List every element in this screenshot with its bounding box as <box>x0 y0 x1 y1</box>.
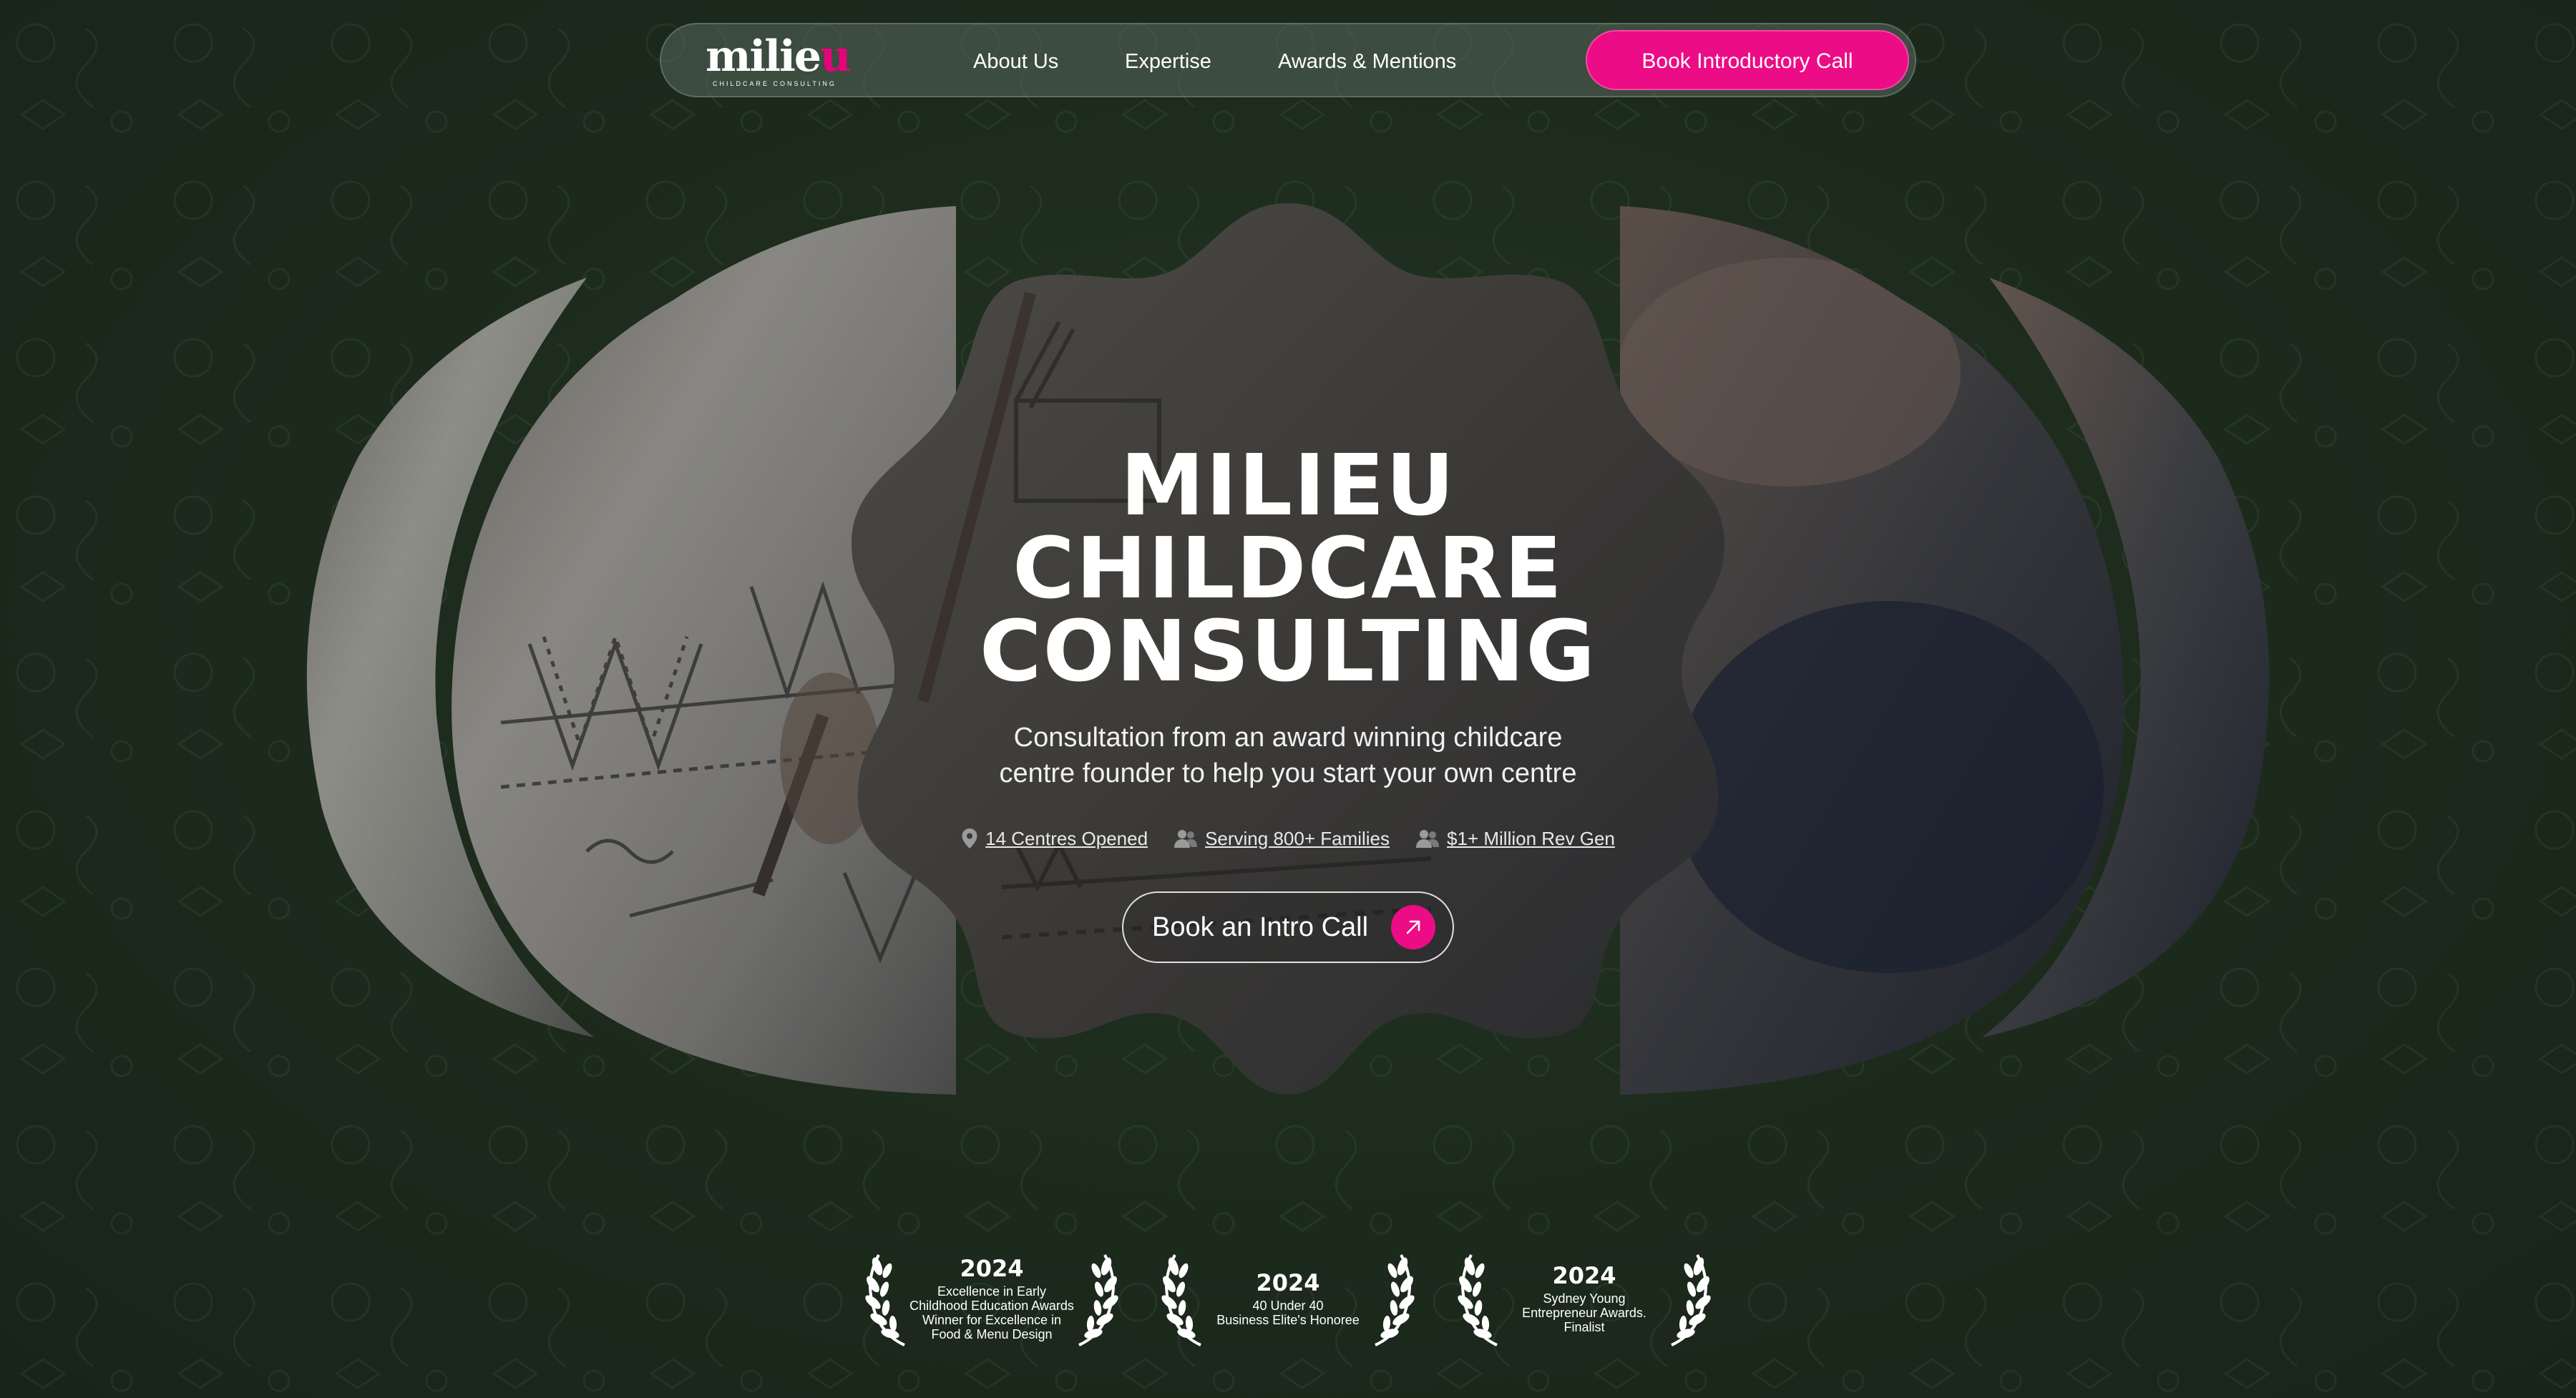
nav-link-expertise[interactable]: Expertise <box>1125 24 1211 99</box>
hero-subtitle: Consultation from an award winning child… <box>930 720 1646 791</box>
stat-revenue-generated[interactable]: $1+ Million Rev Gen <box>1415 828 1615 850</box>
top-nav: milieu CHILDCARE CONSULTING About Us Exp… <box>660 23 1916 97</box>
nav-link-awards-mentions[interactable]: Awards & Mentions <box>1278 24 1456 99</box>
milieu-logo[interactable]: milieu CHILDCARE CONSULTING <box>706 31 852 90</box>
laurel-right-icon <box>1078 1254 1118 1346</box>
hero-subtitle-line-1: Consultation from an award winning child… <box>1013 723 1563 753</box>
award-line: Finalist <box>1563 1320 1605 1334</box>
book-introductory-call-button[interactable]: Book Introductory Call <box>1586 30 1909 90</box>
logo-wordmark: milieu <box>706 31 852 82</box>
nav-link-about-us[interactable]: About Us <box>973 24 1058 99</box>
award-year: 2024 <box>1256 1269 1320 1296</box>
hero-subtitle-line-2: centre founder to help you start your ow… <box>999 758 1577 788</box>
logo-word-main: milie <box>706 31 821 82</box>
award-line: Entrepreneur Awards. <box>1522 1306 1646 1320</box>
stat-label: 14 Centres Opened <box>985 827 1148 849</box>
laurel-left-icon <box>865 1254 905 1346</box>
laurel-left-icon <box>1161 1254 1201 1346</box>
award-year: 2024 <box>960 1255 1024 1282</box>
stat-label: $1+ Million Rev Gen <box>1447 827 1615 849</box>
logo-word-accent: u <box>820 31 852 82</box>
award-badge-40-under-40: 2024 40 Under 40 Business Elite's Honore… <box>1159 1245 1417 1352</box>
page: MILIEU CHILDCARE CONSULTING Consultation… <box>0 0 2576 1398</box>
users-icon <box>1415 828 1440 849</box>
stat-centres-opened[interactable]: 14 Centres Opened <box>961 828 1148 850</box>
arrow-up-right-icon <box>1391 905 1435 949</box>
award-badge-sydney-young-entrepreneur: 2024 Sydney Young Entrepreneur Awards. F… <box>1455 1245 1713 1352</box>
award-badge-early-childhood: 2024 Excellence in Early Childhood Educa… <box>863 1245 1121 1352</box>
award-text: 2024 Sydney Young Entrepreneur Awards. F… <box>1506 1245 1663 1352</box>
hero-title: MILIEU CHILDCARE CONSULTING <box>859 443 1717 693</box>
book-intro-call-label: Book an Intro Call <box>1152 912 1369 942</box>
award-text: 2024 40 Under 40 Business Elite's Honore… <box>1209 1245 1367 1352</box>
award-text: 2024 Excellence in Early Childhood Educa… <box>909 1245 1074 1352</box>
award-line: 40 Under 40 <box>1252 1299 1324 1313</box>
hero-stats: 14 Centres Opened Serving 800+ Families <box>930 823 1646 854</box>
book-intro-call-button[interactable]: Book an Intro Call <box>1122 891 1454 963</box>
laurel-right-icon <box>1671 1254 1711 1346</box>
logo-tagline: CHILDCARE CONSULTING <box>713 80 836 87</box>
award-line: Business Elite's Honoree <box>1216 1313 1360 1327</box>
stat-families-served[interactable]: Serving 800+ Families <box>1174 828 1390 850</box>
laurel-right-icon <box>1375 1254 1415 1346</box>
award-line: Childhood Education Awards <box>909 1299 1074 1313</box>
laurel-left-icon <box>1458 1254 1498 1346</box>
users-icon <box>1174 828 1198 849</box>
hero-title-line-3: CONSULTING <box>979 602 1597 700</box>
award-line: Food & Menu Design <box>931 1327 1053 1341</box>
location-pin-icon <box>961 828 978 849</box>
award-line: Excellence in Early <box>937 1284 1047 1299</box>
award-line: Sydney Young <box>1543 1291 1626 1306</box>
award-line: Winner for Excellence in <box>922 1313 1062 1327</box>
award-year: 2024 <box>1552 1262 1616 1289</box>
hero-section: MILIEU CHILDCARE CONSULTING Consultation… <box>0 0 2576 1398</box>
stat-label: Serving 800+ Families <box>1205 827 1390 849</box>
